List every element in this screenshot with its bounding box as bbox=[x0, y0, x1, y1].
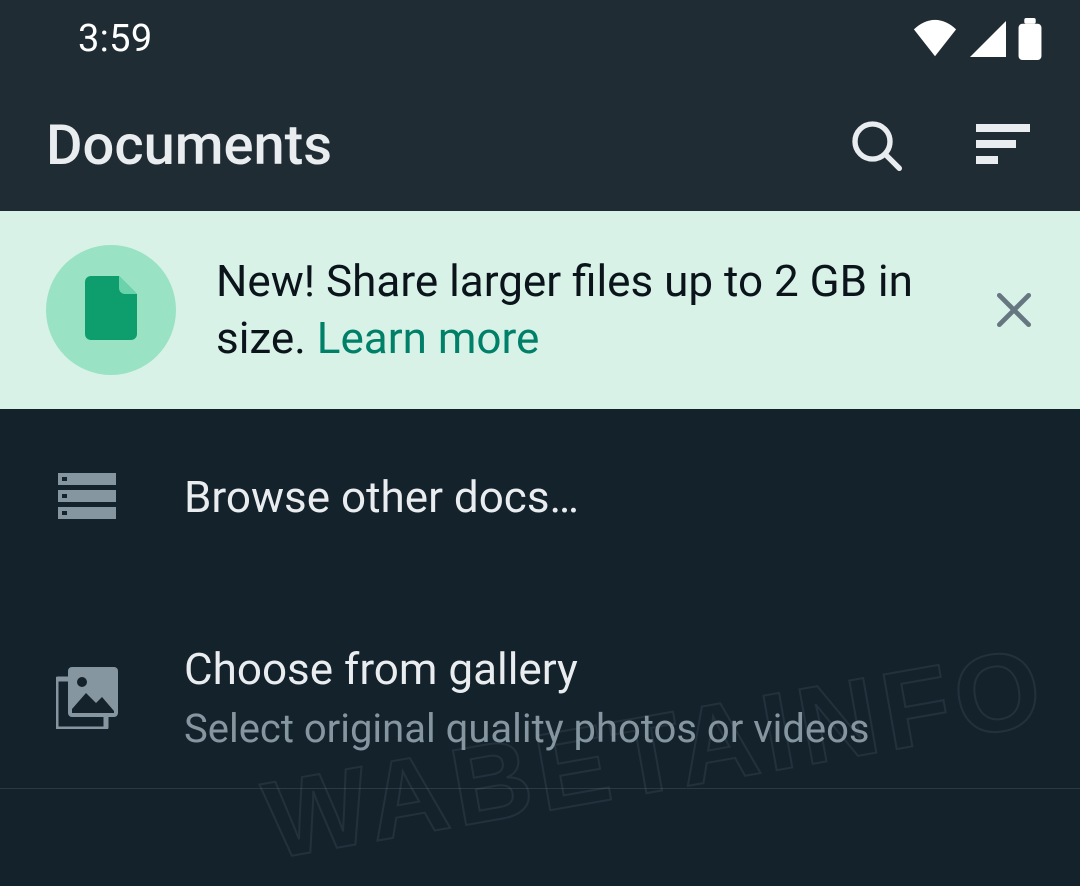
gallery-subtitle: Select original quality photos or videos bbox=[184, 705, 1034, 752]
browse-other-docs-item[interactable]: Browse other docs… bbox=[0, 409, 1080, 595]
divider bbox=[0, 788, 1080, 789]
gallery-icon bbox=[56, 667, 118, 729]
status-time: 3:59 bbox=[78, 17, 152, 61]
status-icons bbox=[912, 18, 1042, 60]
banner-text: New! Share larger files up to 2 GB in si… bbox=[216, 253, 942, 367]
wifi-icon bbox=[912, 19, 958, 59]
close-icon bbox=[992, 288, 1036, 332]
content: Browse other docs… Choose from gallery S… bbox=[0, 409, 1080, 789]
banner-close-button[interactable] bbox=[982, 278, 1046, 342]
search-icon bbox=[848, 117, 904, 173]
document-icon bbox=[85, 276, 137, 344]
choose-from-gallery-item[interactable]: Choose from gallery Select original qual… bbox=[0, 595, 1080, 788]
app-bar-actions bbox=[848, 117, 1030, 173]
info-banner: New! Share larger files up to 2 GB in si… bbox=[0, 211, 1080, 409]
app-bar: Documents bbox=[0, 78, 1080, 211]
sort-icon bbox=[976, 124, 1030, 166]
search-button[interactable] bbox=[848, 117, 904, 173]
banner-icon-circle bbox=[46, 245, 176, 375]
sort-button[interactable] bbox=[976, 124, 1030, 166]
status-bar: 3:59 bbox=[0, 0, 1080, 78]
storage-icon bbox=[58, 473, 116, 521]
page-title: Documents bbox=[46, 112, 848, 178]
banner-learn-more-link[interactable]: Learn more bbox=[317, 312, 540, 364]
gallery-label: Choose from gallery bbox=[184, 643, 1034, 695]
cellular-icon bbox=[968, 19, 1008, 59]
browse-docs-label: Browse other docs… bbox=[184, 471, 1034, 523]
battery-icon bbox=[1018, 18, 1042, 60]
